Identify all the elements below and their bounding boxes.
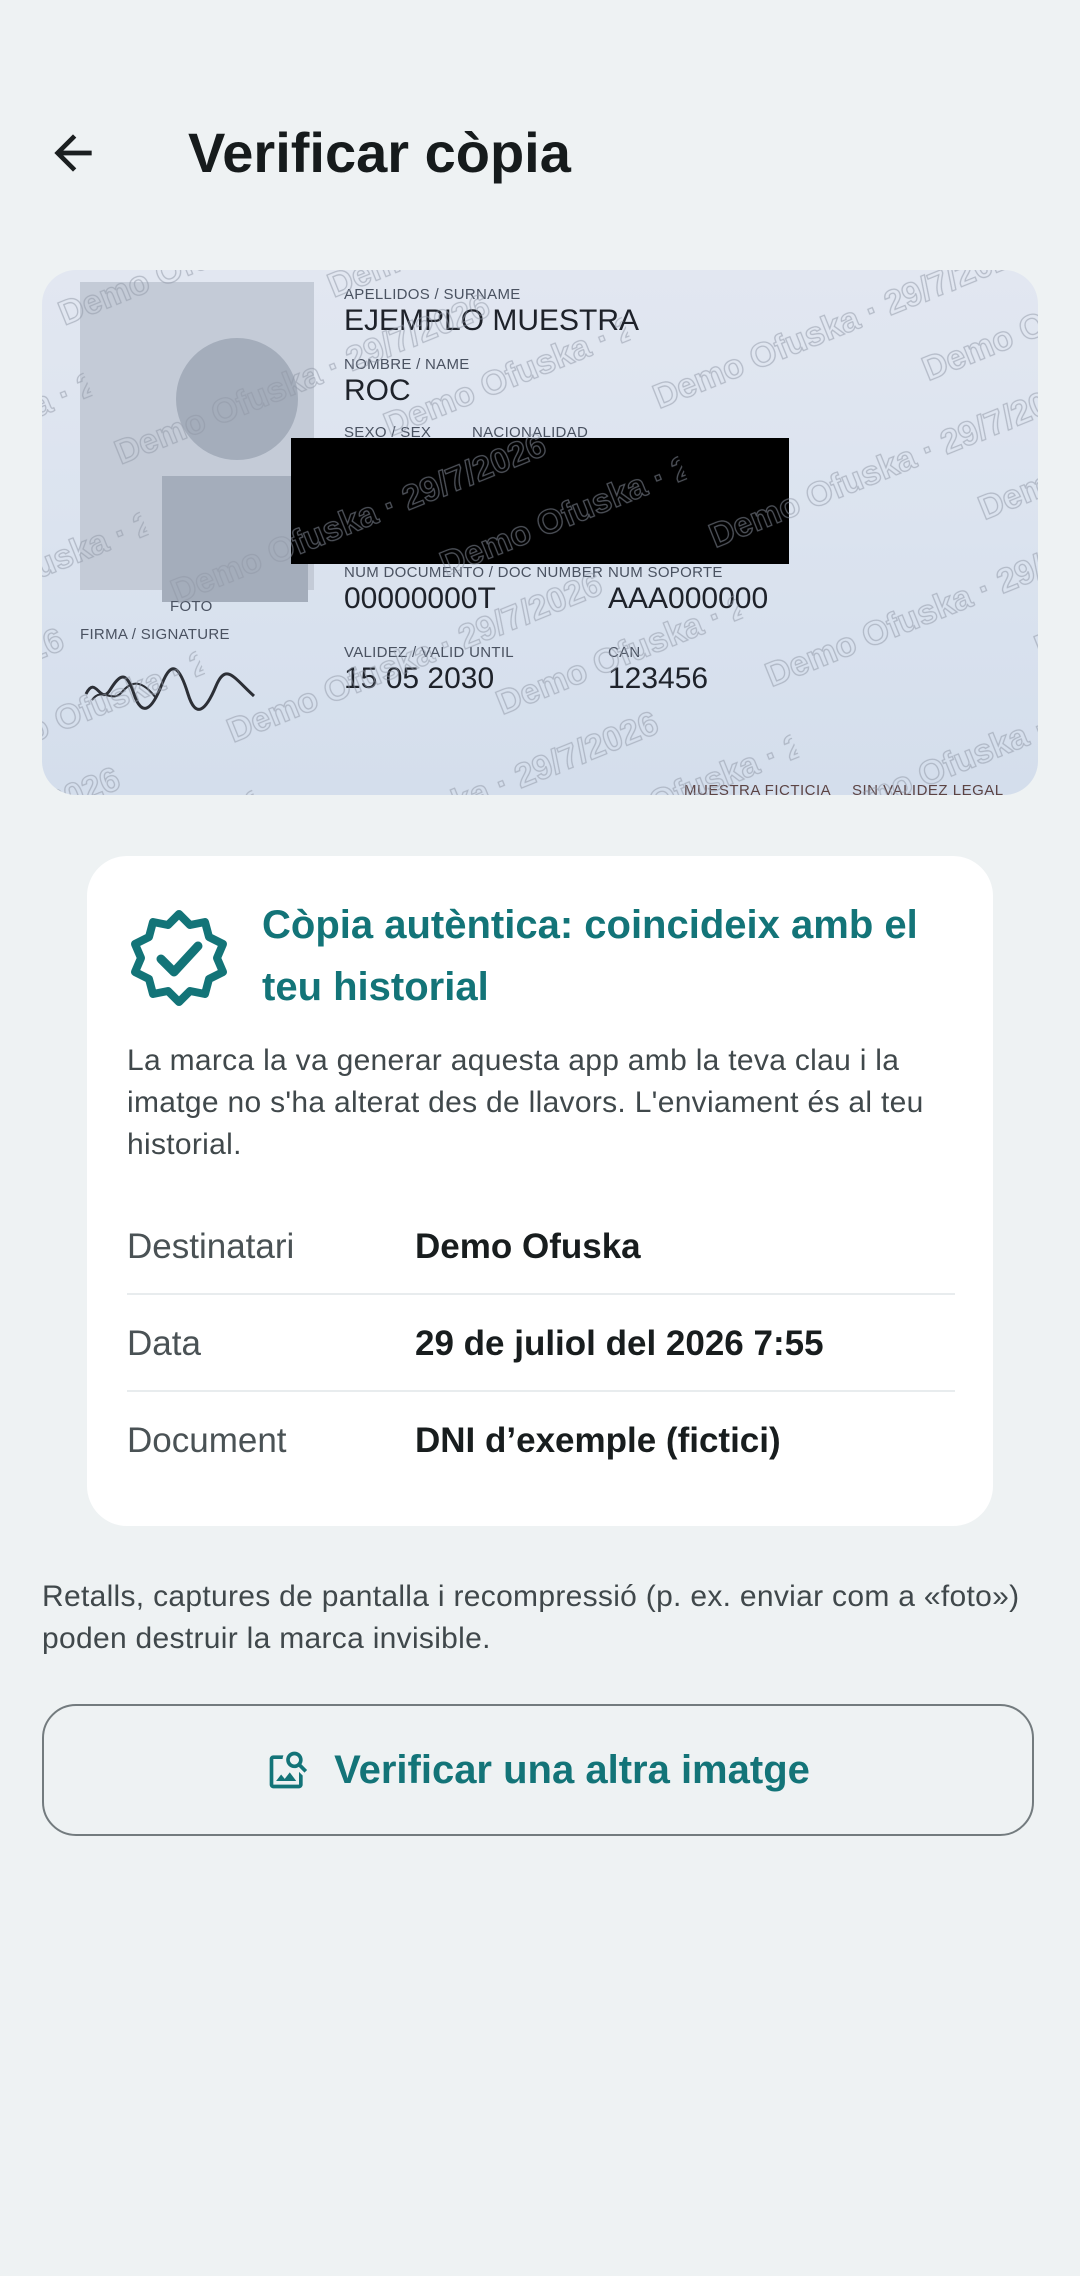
surname-value: EJEMPLO MUESTRA — [344, 304, 640, 337]
back-button[interactable] — [38, 118, 108, 188]
photo-body-shape — [162, 476, 308, 602]
detail-value: Demo Ofuska — [415, 1227, 641, 1266]
verification-result-card: Còpia autèntica: coincideix amb el teu h… — [87, 856, 993, 1526]
photo-label: FOTO — [170, 598, 213, 615]
verified-badge-icon — [131, 910, 227, 1006]
name-value: ROC — [344, 374, 411, 407]
detail-row-recipient: Destinatari Demo Ofuska — [127, 1199, 955, 1295]
redaction-block — [291, 438, 789, 564]
arrow-left-icon — [54, 134, 92, 172]
detail-key: Destinatari — [127, 1227, 295, 1266]
signature-label: FIRMA / SIGNATURE — [80, 626, 230, 643]
card-footer-right: SIN VALIDEZ LEGAL — [852, 782, 1004, 795]
detail-key: Data — [127, 1324, 201, 1363]
image-search-icon — [269, 1751, 308, 1789]
detail-row-document: Document DNI d’exemple (fictici) — [127, 1393, 955, 1489]
doc-number-label: NUM DOCUMENTO / DOC NUMBER — [344, 564, 604, 581]
photo-placeholder — [80, 282, 314, 602]
detail-key: Document — [127, 1421, 287, 1460]
valid-until-label: VALIDEZ / VALID UNTIL — [344, 644, 514, 661]
detail-row-date: Data 29 de juliol del 2026 7:55 — [127, 1296, 955, 1392]
can-label: CAN — [608, 644, 641, 661]
result-title: Còpia autèntica: coincideix amb el teu h… — [262, 903, 918, 1009]
divider — [127, 1390, 955, 1392]
app-bar: Verificar còpia — [0, 0, 1080, 250]
card-footer-left: MUESTRA FICTICIA — [684, 782, 832, 795]
doc-number-value: 00000000T — [344, 582, 496, 615]
can-value: 123456 — [608, 662, 709, 695]
valid-until-value: 15 05 2030 — [344, 662, 495, 695]
watermark-warning-note: Retalls, captures de pantalla i recompre… — [42, 1580, 1020, 1655]
support-value: AAA000000 — [608, 582, 769, 615]
signature-scribble — [84, 667, 256, 711]
photo-head-shape — [176, 338, 298, 460]
support-label: NUM SOPORTE — [608, 564, 723, 581]
name-label: NOMBRE / NAME — [344, 356, 470, 373]
id-card-image: FOTO FIRMA / SIGNATURE APELLIDOS / SURNA… — [42, 270, 1038, 795]
divider — [127, 1293, 955, 1295]
verify-another-image-label: Verificar una altra imatge — [334, 1747, 810, 1792]
surname-label: APELLIDOS / SURNAME — [344, 286, 521, 303]
verify-another-image-button[interactable]: Verificar una altra imatge — [42, 1704, 1034, 1836]
page-title: Verificar còpia — [188, 121, 571, 184]
detail-value: 29 de juliol del 2026 7:55 — [415, 1324, 824, 1363]
detail-value: DNI d’exemple (fictici) — [415, 1421, 781, 1460]
result-description: La marca la va generar aquesta app amb l… — [127, 1044, 924, 1161]
